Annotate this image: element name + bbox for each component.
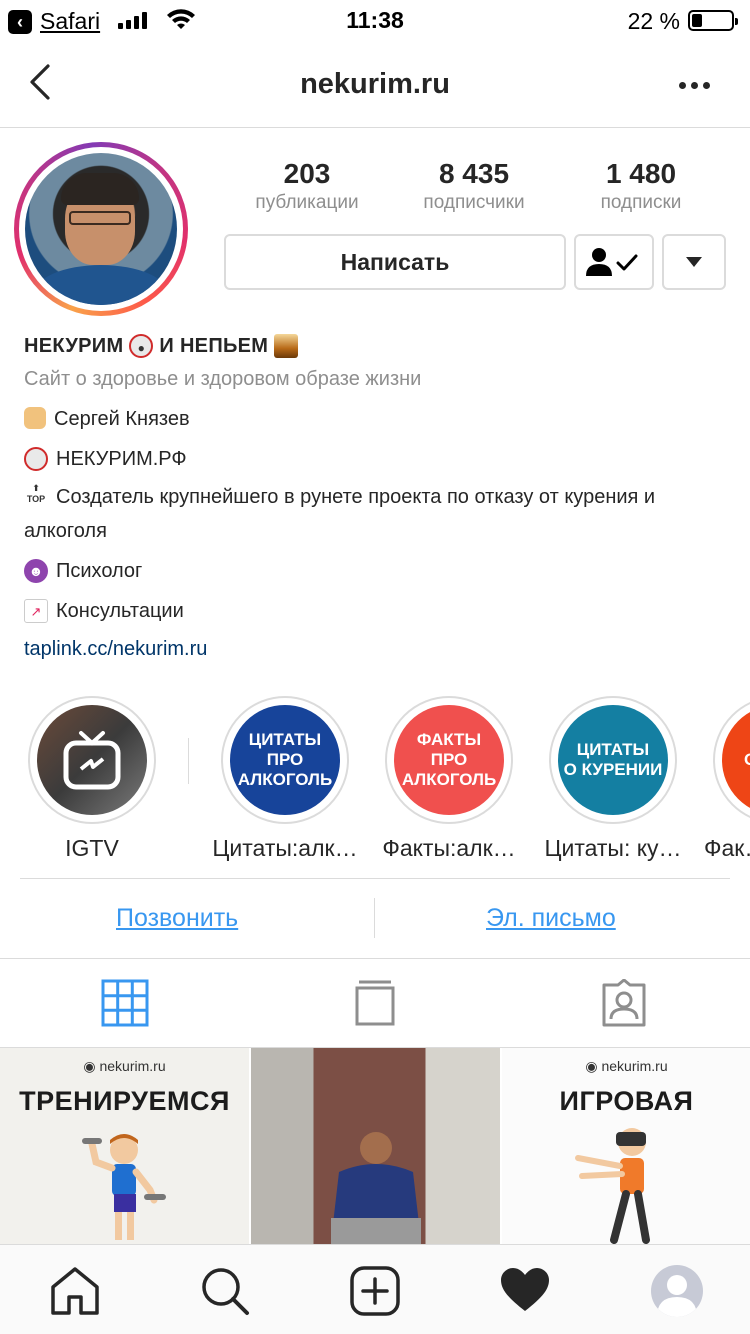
posts-count: 203 xyxy=(283,158,331,189)
highlight-quotes-smoking[interactable]: ЦИТАТЫ О КУРЕНИИ Цитаты: ку… xyxy=(544,696,682,862)
post-tile-photo[interactable] xyxy=(251,1048,500,1244)
no-smoking-icon: ● xyxy=(129,334,154,358)
home-icon[interactable] xyxy=(49,1265,101,1317)
bio-consulting: Консультации xyxy=(56,600,184,622)
avatar-photo xyxy=(25,153,177,305)
post-watermark: ◉ nekurim.ru xyxy=(83,1058,166,1074)
following-label: подписки xyxy=(600,192,682,213)
highlight-facts-partial[interactable]: О Фак… xyxy=(704,696,750,862)
bottom-tab-bar xyxy=(0,1244,750,1334)
highlight-quotes-alcohol[interactable]: ЦИТАТЫ ПРО АЛКОГОЛЬ Цитаты:алк… xyxy=(212,696,358,862)
stat-posts[interactable]: 203 публикации xyxy=(222,158,392,214)
profile-name: НЕКУРИМ ● И НЕПЬЕМ xyxy=(24,334,734,358)
username-title: nekurim.ru xyxy=(300,68,450,100)
profile-name-suffix: И НЕПЬЕМ xyxy=(159,335,269,357)
user-icon xyxy=(657,1275,697,1317)
profile-name-text: НЕКУРИМ xyxy=(24,335,124,357)
workout-illustration xyxy=(82,1134,166,1240)
new-post-icon[interactable] xyxy=(349,1265,401,1317)
highlights-divider xyxy=(188,738,189,784)
highlight-caption: Факты:алк… xyxy=(382,835,516,861)
profile-header-bar: nekurim.ru xyxy=(0,40,750,128)
post-tile-workout[interactable]: ◉ nekurim.ru ТРЕНИРУЕМСЯ xyxy=(0,1048,249,1244)
message-button[interactable]: Написать xyxy=(224,234,566,290)
caret-down-icon xyxy=(686,257,702,267)
following-count: 1 480 xyxy=(605,158,677,189)
grid-view-icon[interactable] xyxy=(101,979,149,1027)
instagram-profile-screen: { "status_bar": { "back_app": "Safari", … xyxy=(0,0,750,1334)
highlight-cover: О xyxy=(722,705,750,815)
post-tile-gaming[interactable]: ◉ nekurim.ru ИГРОВАЯ xyxy=(502,1048,750,1244)
call-button[interactable]: Позвонить xyxy=(116,904,238,933)
cover-text-line: ПРО АЛКОГОЛЬ xyxy=(401,750,497,789)
smiling-devil-icon: ☻ xyxy=(24,559,48,583)
following-button[interactable] xyxy=(574,234,654,290)
following-check-icon xyxy=(586,248,638,276)
bio-line: ↗ Консультации xyxy=(24,599,734,623)
divider xyxy=(20,878,730,879)
highlight-caption: Цитаты:алк… xyxy=(212,835,358,861)
status-bar: ‹ Safari 11:38 22 % xyxy=(0,0,750,40)
whisky-glass-icon xyxy=(274,334,299,358)
igtv-icon xyxy=(63,731,121,790)
post-title: ИГРОВАЯ xyxy=(559,1086,694,1116)
post-title: ТРЕНИРУЕМСЯ xyxy=(19,1086,230,1116)
highlight-cover: ФАКТЫ ПРО АЛКОГОЛЬ xyxy=(394,705,504,815)
cover-text-line: О КУРЕНИИ xyxy=(563,760,663,779)
cover-text-line: ЦИТАТЫ xyxy=(248,730,322,749)
bio-line: Сергей Князев xyxy=(24,407,734,431)
top-arrow-icon: ⬆ TOP xyxy=(26,483,46,504)
stat-following[interactable]: 1 480 подписки xyxy=(556,158,726,214)
bio-line: ⬆ TOP Создатель крупнейшего в рунете прое… xyxy=(24,483,734,511)
followers-label: подписчики xyxy=(423,192,525,213)
stat-followers[interactable]: 8 435 подписчики xyxy=(389,158,559,214)
followers-count: 8 435 xyxy=(438,158,510,189)
man-sitting-photo xyxy=(331,1132,421,1244)
bio-creator: Создатель крупнейшего в рунете проекта п… xyxy=(56,486,656,508)
highlight-cover: ЦИТАТЫ ПРО АЛКОГОЛЬ xyxy=(230,705,340,815)
bio-line: НЕКУРИМ.РФ xyxy=(24,447,734,471)
cover-text-line: ФАКТЫ xyxy=(416,730,482,749)
bio-author: Сергей Князев xyxy=(54,408,190,430)
profile-avatar[interactable] xyxy=(14,142,188,316)
vr-gaming-illustration xyxy=(575,1128,650,1244)
search-icon[interactable] xyxy=(199,1265,251,1317)
email-button[interactable]: Эл. письмо xyxy=(486,904,616,933)
highlight-cover: ЦИТАТЫ О КУРЕНИИ xyxy=(558,705,668,815)
contact-divider xyxy=(374,898,375,938)
tagged-photos-icon[interactable] xyxy=(600,979,648,1027)
cover-text-line: ПРО АЛКОГОЛЬ xyxy=(237,750,333,789)
post-watermark: ◉ nekurim.ru xyxy=(585,1058,668,1074)
profile-tabs xyxy=(0,958,750,1048)
highlight-caption: Фак… xyxy=(704,835,750,861)
more-options-icon[interactable] xyxy=(679,82,710,89)
feed-view-icon[interactable] xyxy=(351,979,399,1027)
activity-heart-icon[interactable] xyxy=(499,1265,551,1317)
suggestions-dropdown-button[interactable] xyxy=(662,234,726,290)
highlight-igtv[interactable]: IGTV xyxy=(27,696,157,862)
profile-category: Сайт о здоровье и здоровом образе жизни xyxy=(24,368,422,390)
posts-label: публикации xyxy=(255,192,359,213)
profile-tab-avatar[interactable] xyxy=(651,1265,703,1317)
battery-percent: 22 % xyxy=(627,8,680,34)
igtv-cover xyxy=(37,705,147,815)
bio-site: НЕКУРИМ.РФ xyxy=(56,448,187,470)
highlight-caption: IGTV xyxy=(65,835,119,861)
cover-text-line: ЦИТАТЫ xyxy=(576,740,650,759)
chart-up-icon: ↗ xyxy=(24,599,48,623)
profile-bio: НЕКУРИМ ● И НЕПЬЕМ Сайт о здоровье и здо… xyxy=(24,334,734,661)
bio-link[interactable]: taplink.cc/nekurim.ru xyxy=(24,637,734,661)
no-smoking-icon xyxy=(24,447,48,471)
highlight-caption: Цитаты: ку… xyxy=(544,835,682,861)
cover-text-line: О xyxy=(744,750,750,770)
doctor-icon xyxy=(24,407,46,429)
bio-creator-cont: алкоголя xyxy=(24,520,107,542)
battery-icon xyxy=(688,10,738,31)
highlight-facts-alcohol[interactable]: ФАКТЫ ПРО АЛКОГОЛЬ Факты:алк… xyxy=(382,696,516,862)
bio-line: ☻ Психолог xyxy=(24,559,734,583)
bio-psychologist: Психолог xyxy=(56,560,143,582)
